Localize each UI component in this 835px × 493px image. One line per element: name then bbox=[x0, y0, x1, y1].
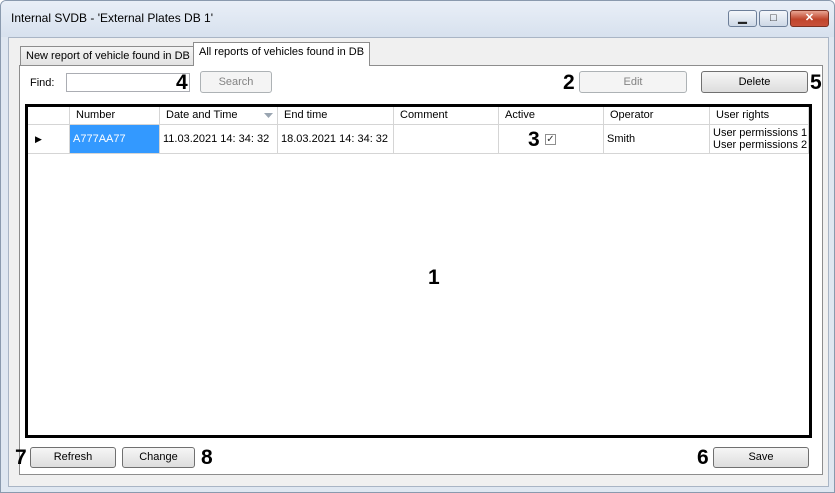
callout-5: 5 bbox=[810, 71, 822, 94]
save-button[interactable]: Save bbox=[713, 447, 809, 468]
title-bar[interactable]: Internal SVDB - 'External Plates DB 1' ▁… bbox=[1, 1, 834, 37]
callout-7: 7 bbox=[15, 446, 27, 469]
tab-all-reports[interactable]: All reports of vehicles found in DB bbox=[193, 42, 371, 66]
refresh-button[interactable]: Refresh bbox=[30, 447, 116, 468]
tab-label: All reports of vehicles found in DB bbox=[199, 46, 365, 58]
callout-2: 2 bbox=[563, 71, 575, 94]
user-right-item: User permissions 2 bbox=[713, 139, 808, 151]
column-header-comment[interactable]: Comment bbox=[394, 107, 499, 125]
callout-1: 1 bbox=[428, 266, 440, 289]
search-button[interactable]: Search bbox=[200, 71, 272, 93]
cell-number[interactable]: A777AA77 bbox=[70, 125, 160, 154]
active-checkbox[interactable]: ✓ bbox=[545, 134, 556, 145]
delete-button[interactable]: Delete bbox=[701, 71, 808, 93]
row-header-column bbox=[28, 107, 70, 125]
maximize-icon: □ bbox=[770, 12, 777, 24]
column-header-active[interactable]: Active bbox=[499, 107, 604, 125]
tab-panel-all-reports: Find: 4 Search 2 Edit Delete 5 Number Da… bbox=[19, 65, 823, 475]
callout-3: 3 bbox=[528, 128, 540, 151]
column-header-operator[interactable]: Operator bbox=[604, 107, 710, 125]
find-input[interactable] bbox=[66, 73, 190, 92]
minimize-button[interactable]: ▁ bbox=[728, 10, 757, 27]
callout-4: 4 bbox=[176, 71, 188, 94]
callout-8: 8 bbox=[201, 446, 213, 469]
minimize-icon: ▁ bbox=[738, 12, 747, 24]
sort-descending-icon bbox=[264, 113, 273, 118]
close-icon: ✕ bbox=[804, 12, 815, 24]
cell-operator[interactable]: Smith bbox=[604, 125, 710, 154]
cell-date-time[interactable]: 11.03.2021 14: 34: 32 bbox=[160, 125, 278, 154]
change-button[interactable]: Change bbox=[122, 447, 195, 468]
find-label: Find: bbox=[30, 77, 55, 89]
column-header-user-rights[interactable]: User rights bbox=[710, 107, 809, 125]
edit-button[interactable]: Edit bbox=[579, 71, 687, 93]
cell-end-time[interactable]: 18.03.2021 14: 34: 32 bbox=[278, 125, 394, 154]
column-header-label: Date and Time bbox=[166, 109, 238, 121]
client-area: New report of vehicle found in DB All re… bbox=[8, 37, 829, 487]
close-button[interactable]: ✕ bbox=[790, 10, 829, 27]
maximize-button[interactable]: □ bbox=[759, 10, 788, 27]
column-header-number[interactable]: Number bbox=[70, 107, 160, 125]
callout-6: 6 bbox=[697, 446, 709, 469]
reports-table[interactable]: Number Date and Time End time Comment Ac… bbox=[25, 104, 812, 438]
column-header-date-time[interactable]: Date and Time bbox=[160, 107, 278, 125]
cell-active[interactable]: 3 ✓ bbox=[499, 125, 604, 154]
checkmark-icon: ✓ bbox=[546, 134, 555, 145]
window-title: Internal SVDB - 'External Plates DB 1' bbox=[11, 11, 214, 25]
tab-new-report[interactable]: New report of vehicle found in DB bbox=[20, 46, 196, 65]
row-indicator-icon[interactable]: ▶ bbox=[28, 125, 70, 154]
column-header-end-time[interactable]: End time bbox=[278, 107, 394, 125]
user-right-item: User permissions 1 bbox=[713, 127, 808, 139]
tab-label: New report of vehicle found in DB bbox=[26, 50, 190, 62]
application-window: Internal SVDB - 'External Plates DB 1' ▁… bbox=[0, 0, 835, 493]
cell-user-rights[interactable]: User permissions 1 User permissions 2 bbox=[710, 125, 809, 154]
cell-comment[interactable] bbox=[394, 125, 499, 154]
